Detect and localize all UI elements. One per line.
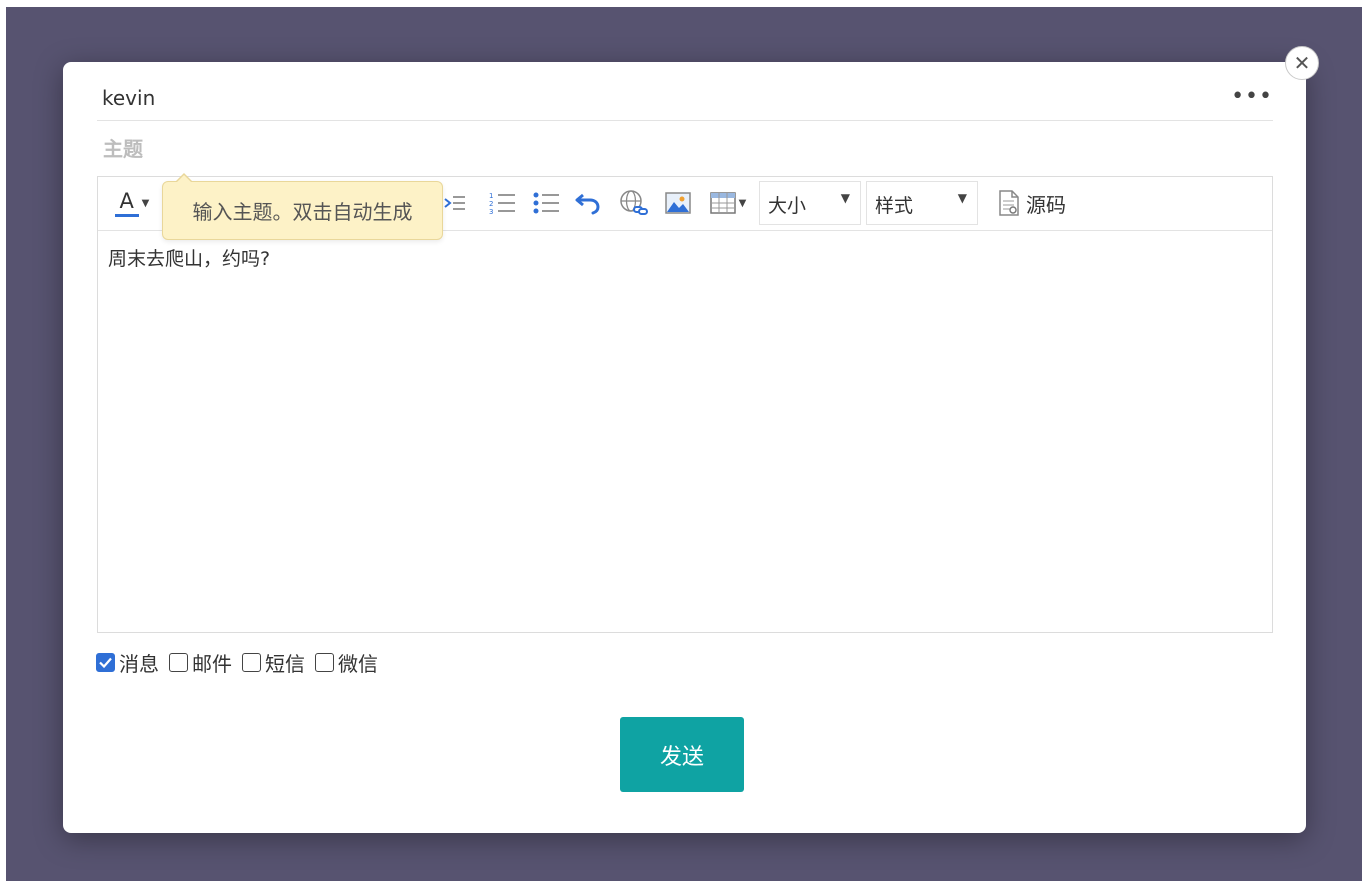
checkbox-checked-icon — [96, 652, 115, 672]
image-icon — [665, 192, 691, 214]
chevron-down-icon: ▼ — [840, 191, 850, 205]
indent-icon — [444, 196, 465, 210]
source-code-button[interactable]: 源码 — [990, 187, 1074, 219]
insert-table-button[interactable]: ▼ — [706, 187, 750, 219]
svg-text:3: 3 — [489, 208, 493, 216]
chevron-down-icon: ▼ — [141, 197, 150, 209]
subject-input[interactable] — [101, 132, 1275, 166]
compose-dialog: kevin ••• A ▼ — [63, 62, 1306, 833]
editor-content[interactable]: 周末去爬山，约吗? — [98, 232, 1272, 632]
rich-text-editor: A ▼ 1 2 3 ▼ 大小 ▼ 样式 ▼ 源码 周末去爬山，约吗? — [97, 176, 1273, 633]
chevron-down-icon: ▼ — [738, 197, 747, 209]
table-icon — [709, 192, 736, 214]
channel-email-checkbox[interactable]: 邮件 — [169, 648, 232, 677]
more-options-icon[interactable]: ••• — [1231, 84, 1273, 109]
ordered-list-button[interactable]: 1 2 3 — [486, 187, 518, 219]
checkbox-empty-icon — [315, 652, 334, 672]
close-icon[interactable]: ✕ — [1285, 46, 1319, 80]
source-document-icon — [999, 190, 1019, 216]
channel-wechat-checkbox[interactable]: 微信 — [315, 648, 378, 677]
indent-button[interactable] — [442, 187, 468, 219]
message-body: 周末去爬山，约吗? — [108, 248, 271, 270]
insert-image-button[interactable] — [664, 187, 692, 219]
checkbox-empty-icon — [169, 652, 188, 672]
style-select[interactable]: 样式 ▼ — [866, 181, 978, 225]
channel-message-checkbox[interactable]: 消息 — [96, 648, 159, 677]
font-color-icon: A — [114, 189, 139, 217]
unordered-list-button[interactable] — [530, 187, 562, 219]
undo-button[interactable] — [574, 187, 602, 219]
link-icon — [620, 190, 648, 215]
chevron-down-icon: ▼ — [957, 191, 967, 205]
subject-tooltip: 输入主题。双击自动生成 — [162, 173, 443, 240]
font-size-select[interactable]: 大小 ▼ — [759, 181, 861, 225]
send-button[interactable]: 发送 — [620, 717, 744, 792]
ordered-list-icon: 1 2 3 — [489, 192, 515, 216]
recipient-row: kevin ••• — [97, 82, 1273, 121]
svg-text:1: 1 — [489, 192, 493, 200]
unordered-list-icon — [533, 192, 559, 214]
insert-link-button[interactable] — [618, 187, 650, 219]
font-color-button[interactable]: A ▼ — [108, 187, 156, 219]
checkbox-empty-icon — [242, 652, 261, 672]
undo-icon — [575, 193, 600, 215]
channel-sms-checkbox[interactable]: 短信 — [242, 648, 305, 677]
send-channels: 消息 邮件 短信 微信 — [96, 648, 388, 676]
recipient-name[interactable]: kevin — [102, 86, 155, 110]
svg-text:2: 2 — [489, 200, 493, 208]
